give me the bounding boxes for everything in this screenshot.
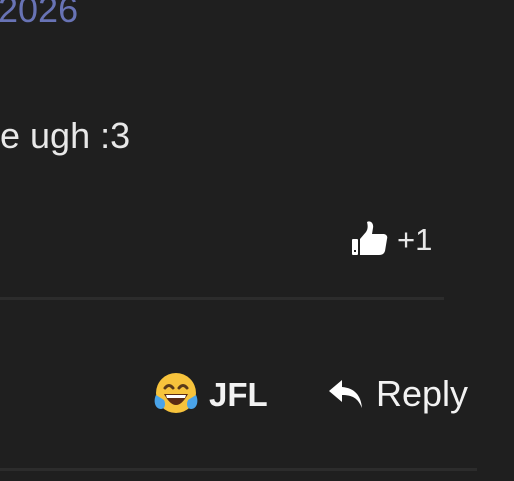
comment-text: e ugh :3: [0, 115, 131, 156]
thumbs-up-icon: [351, 220, 389, 258]
divider: [0, 468, 477, 471]
reply-label: Reply: [376, 373, 469, 414]
laughing-crying-emoji-icon: [153, 371, 199, 417]
laugh-reaction-button[interactable]: JFL: [153, 371, 268, 417]
divider: [0, 297, 444, 300]
reaction-count: +1: [397, 221, 433, 257]
reply-arrow-icon: [328, 378, 364, 410]
laugh-reaction-label: JFL: [209, 375, 268, 413]
post-date: 2026: [0, 0, 79, 30]
thumbs-up-reaction-button[interactable]: +1: [351, 220, 432, 258]
reply-button[interactable]: Reply: [328, 376, 468, 412]
